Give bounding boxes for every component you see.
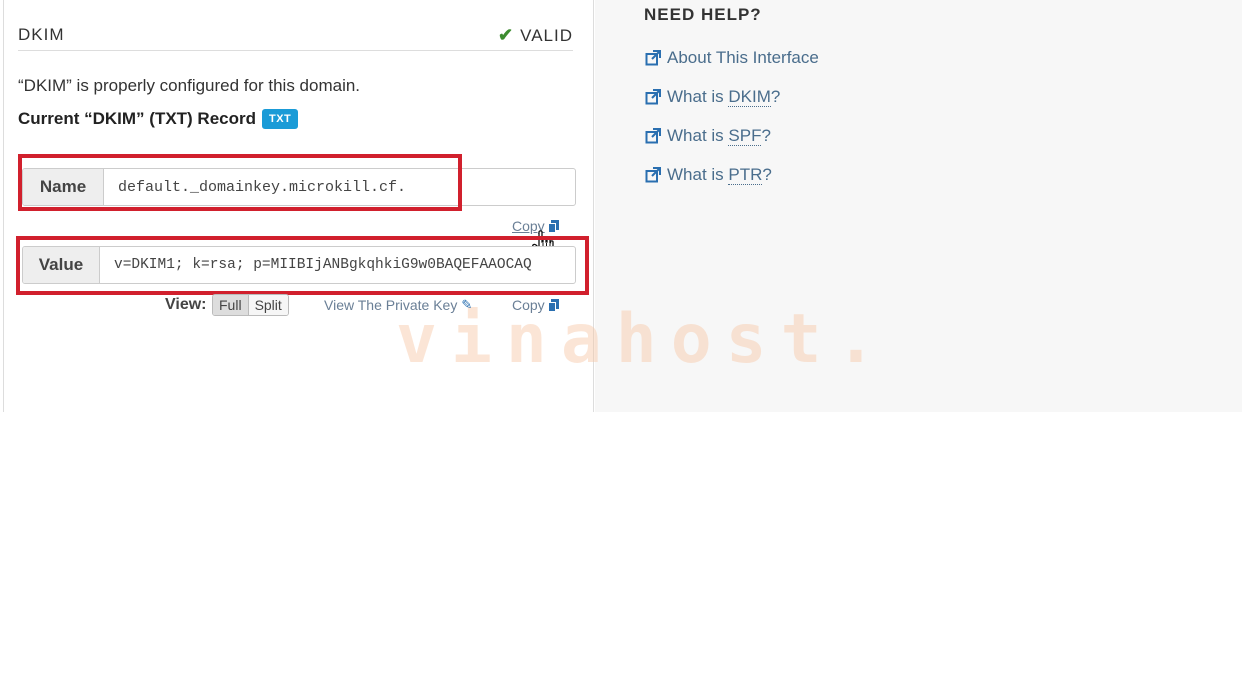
- section-title: DKIM: [18, 25, 65, 44]
- pencil-icon: ✎: [461, 297, 473, 312]
- dkim-description: “DKIM” is properly configured for this d…: [18, 76, 361, 95]
- highlight-value-box: [16, 236, 589, 295]
- help-link-abbr: PTR: [728, 165, 763, 185]
- help-link-suffix: ?: [762, 165, 772, 184]
- view-toggle: Full Split: [212, 294, 289, 316]
- highlight-name-box: [18, 154, 462, 211]
- record-label: Current “DKIM” (TXT) Record: [18, 109, 256, 128]
- help-link-suffix: ?: [761, 126, 771, 145]
- status-label: VALID: [520, 25, 573, 45]
- view-private-key-link[interactable]: View The Private Key ✎: [324, 297, 472, 313]
- help-link-prefix: What is: [667, 126, 729, 145]
- dkim-header: DKIM ✔ VALID: [18, 22, 573, 51]
- help-link-ptr[interactable]: What is PTR?: [645, 165, 772, 185]
- help-link-spf[interactable]: What is SPF?: [645, 126, 771, 146]
- help-link-abbr: SPF: [728, 126, 762, 146]
- canvas: vinahost. DKIM ✔ VALID “DKIM” is properl…: [0, 0, 1242, 412]
- external-link-icon: [645, 50, 661, 66]
- help-link-suffix: ?: [770, 87, 781, 106]
- record-heading: Current “DKIM” (TXT) Record TXT: [18, 109, 299, 129]
- external-link-icon: [645, 89, 661, 105]
- external-link-icon: [645, 167, 661, 183]
- help-link-label: About This Interface: [667, 48, 819, 67]
- view-label: View:: [165, 296, 207, 313]
- help-link-dkim[interactable]: What is DKIM?: [645, 87, 780, 107]
- copy-icon: [547, 299, 559, 312]
- copy-value-label: Copy: [512, 297, 545, 313]
- copy-value-button[interactable]: Copy: [512, 297, 559, 313]
- check-icon: ✔: [498, 25, 515, 45]
- help-link-abbr: DKIM: [728, 87, 771, 107]
- view-full-button[interactable]: Full: [213, 295, 249, 315]
- help-link-prefix: What is: [667, 165, 729, 184]
- status-badge: ✔ VALID: [498, 25, 573, 46]
- private-key-label: View The Private Key: [324, 297, 458, 313]
- external-link-icon: [645, 128, 661, 144]
- help-link-about[interactable]: About This Interface: [645, 48, 819, 68]
- txt-badge: TXT: [262, 109, 299, 129]
- help-title: NEED HELP?: [644, 5, 762, 24]
- view-split-button[interactable]: Split: [248, 295, 288, 315]
- help-link-prefix: What is: [667, 87, 729, 106]
